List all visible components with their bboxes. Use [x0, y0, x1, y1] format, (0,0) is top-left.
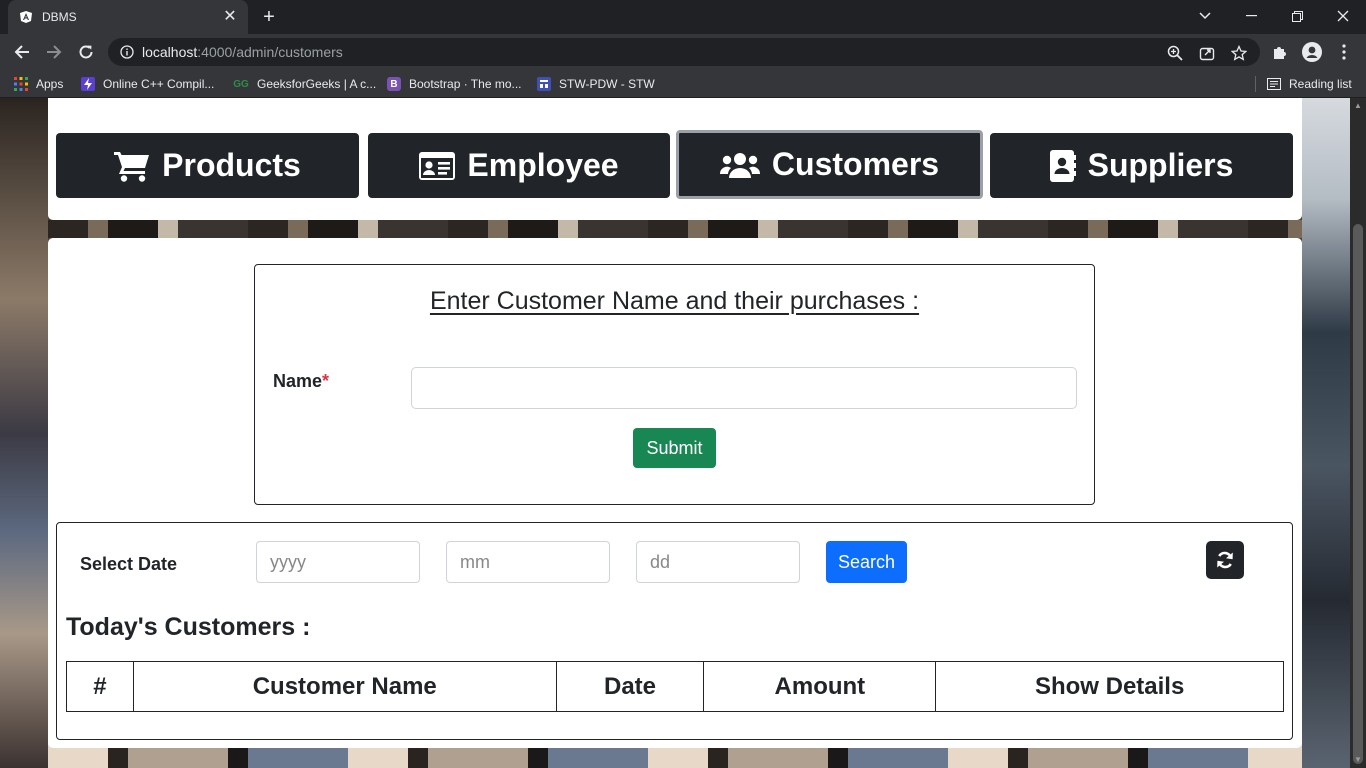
browser-tab-strip: DBMS ✕ + [0, 0, 1366, 34]
background-image [1302, 98, 1350, 768]
customer-name-input[interactable] [411, 367, 1077, 409]
nav-label: Customers [771, 146, 940, 182]
todays-customers-heading: Today's Customers : [66, 613, 311, 641]
column-header: Customer Name [132, 661, 557, 712]
close-window-button[interactable] [1320, 0, 1366, 32]
column-header: # [66, 661, 134, 712]
users-icon [719, 152, 760, 178]
extensions-puzzle-icon[interactable] [1270, 42, 1290, 62]
stw-icon [537, 77, 551, 91]
add-customer-form: Enter Customer Name and their purchases … [254, 264, 1095, 505]
name-label: Name* [273, 371, 329, 392]
angular-icon [18, 9, 34, 25]
bookmark-label: Apps [36, 77, 64, 91]
zoom-icon[interactable] [1166, 44, 1184, 62]
nav-customers-button[interactable]: Customers [676, 130, 983, 199]
reading-list-button[interactable]: Reading list [1267, 74, 1352, 94]
cart-icon [114, 151, 150, 182]
bookmark-online-cpp[interactable]: Online C++ Compil... [81, 74, 214, 94]
day-input[interactable]: dd [636, 541, 800, 583]
bookmark-stw[interactable]: STW-PDW - STW [537, 74, 655, 94]
id-card-icon [419, 151, 456, 180]
nav-employee-button[interactable]: Employee [368, 133, 670, 198]
required-asterisk: * [322, 371, 330, 391]
bookmark-apps[interactable]: Apps [14, 74, 63, 94]
bookmarks-bar: Apps Online C++ Compil... GG GeeksforGee… [0, 70, 1366, 98]
address-book-icon [1049, 149, 1076, 182]
restore-button[interactable] [1274, 0, 1320, 32]
site-info-icon[interactable] [120, 45, 134, 59]
bookmark-geeksforgeeks[interactable]: GG GeeksforGeeks | A c... [233, 74, 376, 94]
bookmark-label: Online C++ Compil... [103, 77, 215, 91]
bookmark-star-icon[interactable] [1230, 44, 1248, 62]
tab-title: DBMS [42, 10, 77, 24]
page-viewport: Products Employee Customers Suppliers En… [0, 98, 1350, 768]
month-input[interactable]: mm [446, 541, 610, 583]
customers-table: # Customer Name Date Amount Show Details [66, 661, 1284, 712]
refresh-icon [1217, 551, 1233, 569]
search-button[interactable]: Search [826, 541, 907, 583]
tab-search-icon[interactable] [1182, 0, 1228, 32]
nav-label: Products [162, 147, 301, 183]
reading-list-icon [1267, 77, 1281, 91]
address-bar[interactable]: localhost:4000/admin/customers [108, 38, 1260, 66]
apps-grid-icon [14, 77, 28, 91]
refresh-button[interactable] [1206, 541, 1244, 579]
bookmarks-divider [1255, 76, 1256, 92]
bookmark-label: GeeksforGeeks | A c... [257, 77, 377, 91]
column-header: Amount [703, 661, 937, 712]
nav-label: Employee [467, 147, 619, 183]
forward-arrow-icon[interactable] [40, 38, 68, 66]
nav-label: Suppliers [1087, 147, 1234, 183]
bookmark-bootstrap[interactable]: B Bootstrap · The mo... [387, 74, 522, 94]
form-heading: Enter Customer Name and their purchases … [429, 287, 920, 315]
select-date-label: Select Date [80, 554, 178, 574]
url-path: :4000/admin/customers [197, 44, 343, 60]
scroll-down-icon[interactable]: ▼ [1354, 756, 1362, 764]
nav-suppliers-button[interactable]: Suppliers [990, 133, 1293, 198]
back-arrow-icon[interactable] [8, 38, 36, 66]
name-label-text: Name [273, 371, 323, 391]
column-header: Show Details [935, 661, 1284, 712]
url-host: localhost [142, 44, 198, 60]
share-icon[interactable] [1198, 44, 1216, 62]
reload-icon[interactable] [72, 38, 100, 66]
table-header-row: # Customer Name Date Amount Show Details [66, 661, 1284, 712]
lightning-icon [81, 77, 95, 91]
browser-toolbar: localhost:4000/admin/customers [0, 34, 1366, 70]
background-image [0, 98, 48, 768]
customers-main-card: Enter Customer Name and their purchases … [48, 238, 1302, 748]
browser-tab[interactable]: DBMS ✕ [8, 0, 248, 34]
scroll-up-icon[interactable]: ▲ [1354, 102, 1362, 110]
profile-avatar-icon[interactable] [1302, 42, 1322, 62]
reading-list-label: Reading list [1289, 77, 1352, 91]
new-tab-button[interactable]: + [258, 7, 280, 27]
minimize-button[interactable] [1228, 0, 1274, 32]
bookmark-label: Bootstrap · The mo... [409, 77, 522, 91]
page-scrollbar[interactable]: ▲ ▼ [1350, 98, 1366, 768]
column-header: Date [555, 661, 705, 712]
bookmark-label: STW-PDW - STW [559, 77, 655, 91]
nav-products-button[interactable]: Products [56, 133, 359, 198]
submit-button[interactable]: Submit [633, 428, 716, 468]
background-image [48, 220, 1302, 238]
browser-menu-icon[interactable] [1334, 42, 1354, 62]
close-tab-icon[interactable]: ✕ [222, 9, 238, 25]
scrollbar-thumb[interactable] [1353, 224, 1363, 764]
customer-search-panel: Select Date yyyy mm dd Search Today's Cu… [56, 522, 1293, 740]
geeksforgeeks-icon: GG [233, 78, 249, 90]
year-input[interactable]: yyyy [256, 541, 420, 583]
admin-nav-card: Products Employee Customers Suppliers [48, 98, 1302, 220]
bootstrap-icon: B [387, 77, 401, 91]
